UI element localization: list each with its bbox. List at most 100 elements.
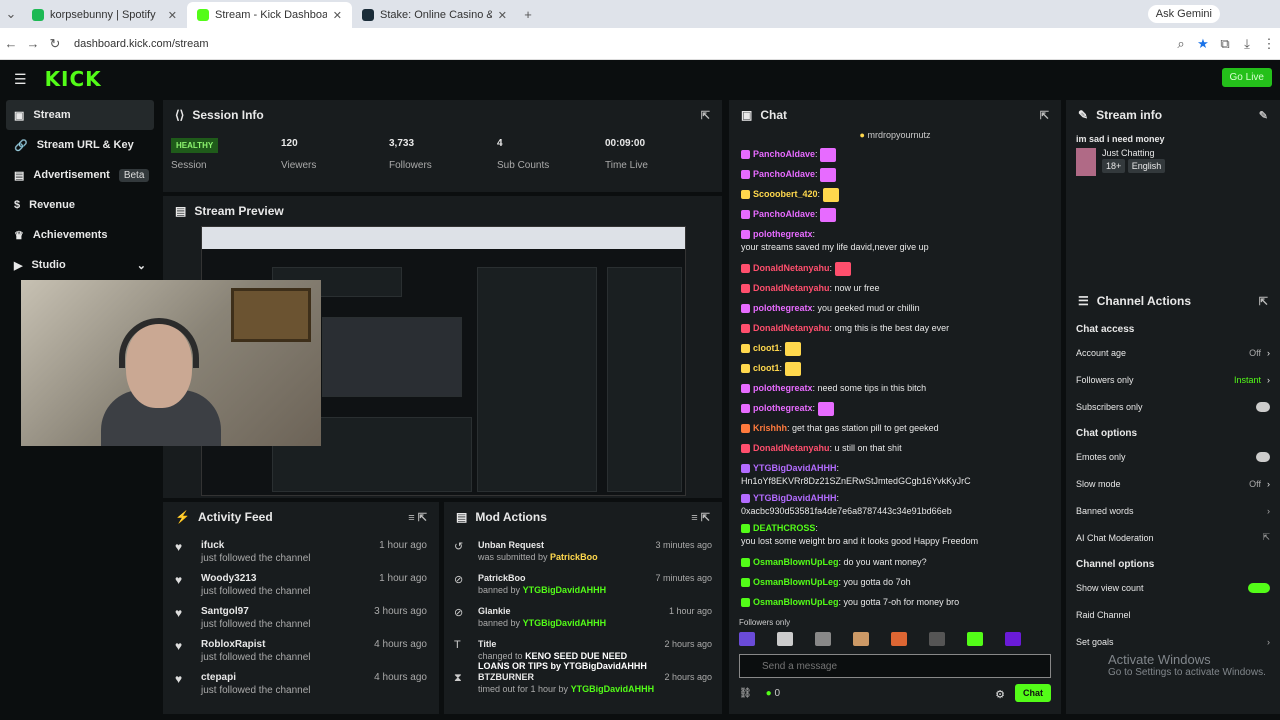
set-goals-row[interactable]: Set goals ›	[1066, 628, 1280, 655]
slow-mode-row[interactable]: Slow mode Off ›	[1066, 470, 1280, 497]
chat-username[interactable]: YTGBigDavidAHHH	[753, 463, 837, 473]
browser-tab[interactable]: Stake: Online Casino & Sports✕	[352, 2, 517, 28]
settings-gear-icon[interactable]: ⚙	[995, 688, 1005, 701]
kick-logo[interactable]: KICK	[45, 67, 102, 91]
list-item: ♥ Santgol97 just followed the channel 3 hou…	[175, 606, 427, 630]
chat-username[interactable]: Scooobert_420	[753, 189, 818, 199]
emote-icon[interactable]	[815, 632, 831, 646]
chat-username[interactable]: polothegreatx	[753, 229, 813, 239]
ai-moderation-row[interactable]: AI Chat Moderation ⇱	[1066, 524, 1280, 551]
sidebar-item-stream-url[interactable]: 🔗 Stream URL & Key	[0, 130, 160, 160]
extensions-icon[interactable]: ⧉	[1214, 36, 1236, 52]
bookmark-star-icon[interactable]: ★	[1192, 36, 1214, 52]
send-chat-button[interactable]: Chat	[1015, 684, 1051, 702]
url-field[interactable]: dashboard.kick.com/stream	[74, 38, 209, 50]
chat-text: need some tips in this bitch	[817, 383, 927, 393]
chat-username[interactable]: OsmanBlownUpLeg	[753, 597, 839, 607]
chat-username[interactable]: OsmanBlownUpLeg	[753, 577, 839, 587]
chat-text: omg this is the best day ever	[834, 323, 950, 333]
chat-username[interactable]: DEATHCROSS	[753, 523, 815, 533]
chevron-down-icon[interactable]: ⌄	[137, 259, 146, 272]
heart-icon: ♥	[175, 606, 183, 620]
download-icon[interactable]: ⤓	[1236, 36, 1258, 52]
account-age-row[interactable]: Account age Off ›	[1066, 339, 1280, 366]
chat-username[interactable]: polothegreatx	[753, 403, 813, 413]
subscribers-only-toggle[interactable]	[1256, 401, 1270, 412]
chat-username[interactable]: polothegreatx	[753, 383, 813, 393]
stat-time-live: 00:09:00 Time Live	[605, 138, 648, 171]
chat-username[interactable]: YTGBigDavidAHHH	[753, 493, 837, 503]
reload-icon[interactable]: ↻	[44, 36, 66, 52]
emote-icon	[822, 187, 839, 202]
sidebar-item-revenue[interactable]: $ Revenue	[0, 190, 160, 220]
chat-text: your streams saved my life david,never g…	[741, 242, 929, 252]
emote-icon[interactable]	[967, 632, 983, 646]
activity-title: Activity Feed	[197, 510, 273, 524]
emote-icon[interactable]	[1005, 632, 1021, 646]
activate-windows-watermark: Activate Windows Go to Settings to activ…	[1108, 652, 1266, 678]
emote-icon[interactable]	[739, 632, 755, 646]
go-live-button[interactable]: Go Live	[1221, 68, 1272, 87]
tab-menu-icon[interactable]: ⌄	[0, 6, 22, 22]
ban-icon: ⊘	[454, 574, 464, 586]
emote-icon[interactable]	[777, 632, 793, 646]
chat-username[interactable]: cloot1	[753, 343, 780, 353]
user-badge-icon	[741, 150, 750, 160]
preview-title: Stream Preview	[194, 204, 284, 218]
link-icon[interactable]: ⛓	[739, 688, 752, 699]
chevron-right-icon: ›	[1267, 636, 1270, 647]
filter-icon[interactable]: ≡ ⇱	[408, 511, 427, 524]
user-badge-icon	[741, 264, 750, 274]
hourglass-icon: ⧗	[454, 672, 462, 684]
close-tab-icon[interactable]: ✕	[498, 9, 507, 22]
sidebar-item-advertisement[interactable]: ▤ Advertisement Beta	[0, 160, 160, 190]
sidebar-item-studio[interactable]: ▶ Studio ⌄	[0, 250, 160, 280]
dashboard-header: ☰ KICK Go Live	[0, 60, 1280, 98]
chat-message: OsmanBlownUpLeg: you gotta do 7oh	[729, 572, 1061, 592]
chat-username[interactable]: DonaldNetanyahu	[753, 263, 830, 273]
browser-tab[interactable]: korpsebunny | Spotify ✕	[22, 2, 187, 28]
followers-only-row[interactable]: Followers only Instant ›	[1066, 366, 1280, 393]
forward-icon[interactable]: →	[22, 36, 44, 51]
popout-icon[interactable]: ⇱	[1259, 295, 1268, 308]
chat-username[interactable]: Krishhh	[753, 423, 787, 433]
emotes-only-toggle[interactable]	[1256, 451, 1270, 462]
close-tab-icon[interactable]: ✕	[168, 9, 177, 22]
chat-username[interactable]: polothegreatx	[753, 303, 813, 313]
chat-username[interactable]: DonaldNetanyahu	[753, 323, 830, 333]
chat-input[interactable]	[739, 654, 1051, 678]
popout-icon[interactable]: ⇱	[1040, 109, 1049, 122]
view-count-toggle[interactable]	[1248, 582, 1270, 593]
channel-actions-panel: ☰ Channel Actions ⇱ Chat access Account ag…	[1066, 286, 1280, 714]
chat-username[interactable]: PanchoAldave	[753, 169, 815, 179]
emote-icon[interactable]	[929, 632, 945, 646]
bolt-icon: ⚡	[175, 510, 190, 524]
chat-username[interactable]: DonaldNetanyahu	[753, 283, 830, 293]
chat-username[interactable]: cloot1	[753, 363, 780, 373]
banned-words-row[interactable]: Banned words ›	[1066, 497, 1280, 524]
kick-favicon-icon	[197, 9, 209, 21]
sidebar-item-achievements[interactable]: ♛ Achievements	[0, 220, 160, 250]
edit-pencil-icon[interactable]: ✎	[1259, 109, 1268, 122]
menu-icon[interactable]: ⋮	[1258, 36, 1280, 52]
stream-info-panel: ✎ Stream info ✎ im sad i need money Just C…	[1066, 100, 1280, 286]
chat-username[interactable]: OsmanBlownUpLeg	[753, 557, 839, 567]
emote-icon[interactable]	[891, 632, 907, 646]
filter-icon[interactable]: ≡ ⇱	[691, 511, 710, 524]
zoom-icon[interactable]: ⌕	[1170, 36, 1192, 52]
back-icon[interactable]: ←	[0, 36, 22, 51]
ad-icon: ▤	[14, 169, 25, 182]
popout-icon[interactable]: ⇱	[701, 109, 710, 122]
hamburger-icon[interactable]: ☰	[14, 71, 27, 88]
close-tab-icon[interactable]: ✕	[333, 9, 342, 22]
raid-channel-row[interactable]: Raid Channel	[1066, 601, 1280, 628]
new-tab-icon[interactable]: +	[517, 7, 539, 22]
ask-gemini-button[interactable]: Ask Gemini	[1147, 5, 1220, 23]
chat-username[interactable]: PanchoAldave	[753, 209, 815, 219]
emote-icon[interactable]	[853, 632, 869, 646]
chat-username[interactable]: PanchoAldave	[753, 149, 815, 159]
chat-message: OsmanBlownUpLeg: you gotta 7-oh for mone…	[729, 592, 1061, 612]
chat-username[interactable]: DonaldNetanyahu	[753, 443, 830, 453]
browser-tab-active[interactable]: Stream - Kick Dashboard ✕	[187, 2, 352, 28]
sidebar-item-stream[interactable]: ▣ Stream	[6, 100, 154, 130]
